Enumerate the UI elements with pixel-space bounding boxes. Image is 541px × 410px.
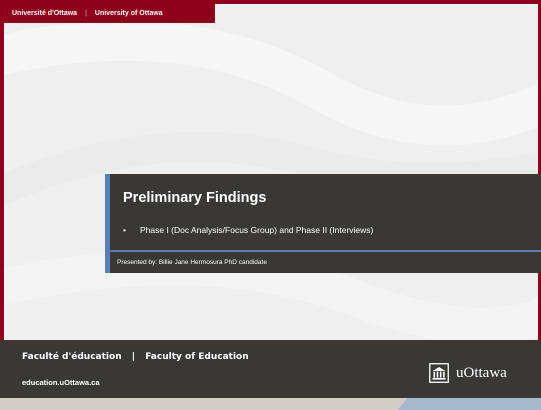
bottom-accent-band (387, 398, 541, 410)
faculty-url[interactable]: education.uOttawa.ca (22, 378, 100, 387)
logo-text: uOttawa (456, 364, 507, 381)
slide-title: Preliminary Findings (123, 190, 267, 206)
header-separator: | (85, 10, 87, 17)
uottawa-logo: uOttawa (429, 362, 507, 384)
presenter-line: Presented by: Billie Jane Hermosura PhD … (117, 259, 267, 266)
faculty-name-fr: Faculté d'éducation (22, 352, 122, 362)
slide: Université d'Ottawa | University of Otta… (0, 0, 541, 410)
faculty-name: Faculté d'éducation | Faculty of Educati… (22, 352, 249, 362)
faculty-name-en: Faculty of Education (145, 352, 249, 362)
university-name-en: University of Ottawa (94, 10, 163, 17)
bullet-item: • Phase I (Doc Analysis/Focus Group) and… (123, 225, 373, 235)
background-swirl (0, 20, 541, 340)
bullet-text: Phase I (Doc Analysis/Focus Group) and P… (139, 225, 374, 235)
left-border (0, 0, 4, 340)
building-icon (429, 363, 449, 383)
title-box (105, 174, 541, 250)
bottom-strip (0, 398, 541, 410)
university-bar: Université d'Ottawa | University of Otta… (4, 4, 215, 23)
faculty-separator: | (131, 352, 136, 362)
bullet-marker: • (123, 225, 126, 235)
university-name-fr: Université d'Ottawa (12, 10, 78, 17)
